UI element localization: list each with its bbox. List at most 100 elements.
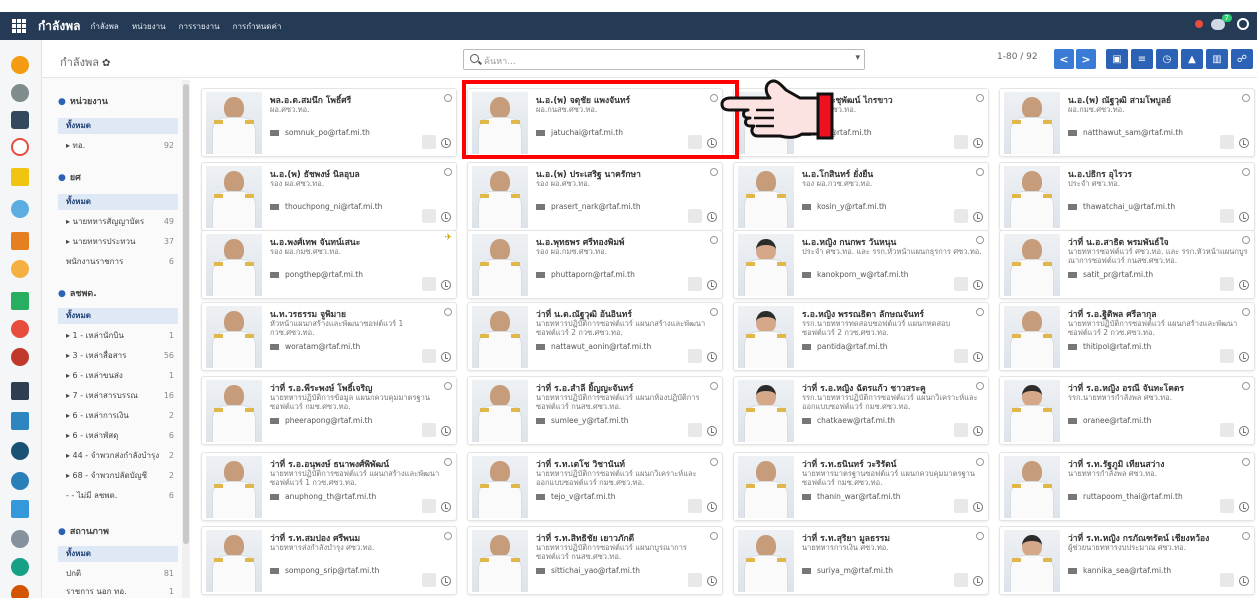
search-input[interactable]: ค้นหา... ▾ [463,49,865,70]
graph-view-icon[interactable]: ▲ [1181,49,1203,69]
manager-avatar[interactable] [1220,349,1234,363]
clock-icon[interactable] [441,138,451,148]
status-circle-icon[interactable] [976,236,984,244]
activity-view-icon[interactable]: ◷ [1156,49,1178,69]
manager-avatar[interactable] [688,423,702,437]
app-list-icon[interactable] [11,500,29,518]
org-chart-icon[interactable]: ☍ [1231,49,1253,69]
scrollbar-thumb[interactable] [183,84,189,544]
manager-avatar[interactable] [1220,209,1234,223]
app-globe-icon[interactable] [11,442,29,460]
manager-avatar[interactable] [954,135,968,149]
status-circle-icon[interactable] [976,532,984,540]
manager-avatar[interactable] [422,499,436,513]
app-chrome-icon[interactable] [11,84,29,102]
manager-avatar[interactable] [422,277,436,291]
menu-item-department[interactable]: หน่วยงาน [132,20,166,33]
clock-icon[interactable] [441,280,451,290]
clock-icon[interactable] [973,212,983,222]
manager-avatar[interactable] [954,423,968,437]
status-circle-icon[interactable] [1242,236,1250,244]
status-circle-icon[interactable] [976,168,984,176]
status-circle-icon[interactable] [1242,458,1250,466]
filter-item[interactable]: ราชการ นอก ทอ. 1 [58,584,178,598]
app-orange-icon[interactable] [11,56,29,74]
prev-page-button[interactable]: < [1054,49,1074,69]
employee-card[interactable]: น.อ.ปธิกร อุไรวร ประจำ ศซว.ทอ. thawatchai_… [999,162,1255,231]
gear-icon[interactable]: ✿ [102,58,110,69]
status-circle-icon[interactable] [1242,94,1250,102]
filter-item[interactable]: ▸ 6 - เหล่าพัสดุ 6 [58,428,178,444]
employee-card[interactable]: น.อ.(พ) ณัฐวุฒิ สามโพบูลย์ ผอ.กมซ.ศซว.ทอ.… [999,88,1255,157]
employee-card[interactable]: น.อ.(พ) ประเสริฐ นาครักษา รอง ผอ.ศซว.ทอ. p… [467,162,723,231]
employee-card[interactable]: น.อ.พงศ์เทพ จันทน์เสนะ รอง ผอ.กมซ.ศซว.ทอ.… [201,230,457,299]
status-circle-icon[interactable] [710,532,718,540]
employee-card[interactable]: พล.อ.ต.สมนึก โพธิ์ศรี ผอ.ศซว.ทอ. somnuk_po… [201,88,457,157]
clock-icon[interactable] [1239,426,1249,436]
clock-icon[interactable] [441,576,451,586]
manager-avatar[interactable] [688,573,702,587]
clock-icon[interactable] [441,502,451,512]
employee-card[interactable]: น.อ.(พ) ธัชพงษ์ นิลอุบล รอง ผอ.ศซว.ทอ. tho… [201,162,457,231]
filter-item[interactable]: ทั้งหมด [58,194,178,210]
clock-icon[interactable] [973,426,983,436]
chat-icon[interactable]: 7 [1211,13,1232,30]
filter-item[interactable]: พนักงานราชการ 6 [58,254,178,270]
employee-card[interactable]: ว่าที่ ร.ท.รัฐภูมิ เทียนสว่าง นายทหารกำลั… [999,452,1255,521]
status-circle-icon[interactable] [1242,532,1250,540]
filter-item[interactable]: ▸ 6 - เหล่าการเงิน 2 [58,408,178,424]
clock-icon[interactable] [441,212,451,222]
filter-item[interactable]: ▸ 1 - เหล่านักบิน 1 [58,328,178,344]
manager-avatar[interactable] [954,209,968,223]
employee-card[interactable]: ว่าที่ ร.อ.พีระพงษ์ โพธิ์เจริญ นายทหารปฏิ… [201,376,457,445]
status-circle-icon[interactable] [710,308,718,316]
manager-avatar[interactable] [1220,277,1234,291]
clock-icon[interactable] [707,212,717,222]
status-circle-icon[interactable] [444,458,452,466]
employee-card[interactable]: ว่าที่ ร.อ.หญิง อรณี จันทะโคตร รรก.นายทหา… [999,376,1255,445]
status-circle-icon[interactable] [444,382,452,390]
manager-avatar[interactable] [954,349,968,363]
clock-icon[interactable] [973,576,983,586]
clock-icon[interactable] [441,352,451,362]
employee-card[interactable]: ว่าที่ ร.ท.สุริยา มูลธรรม นายทหารการเงิน … [733,526,989,595]
employee-card[interactable]: ว่าที่ ร.ท.สิทธิชัย เยาวภักดี นายทหารปฏิบ… [467,526,723,595]
manager-avatar[interactable] [1220,499,1234,513]
filter-item[interactable]: ปกติ 81 [58,566,178,582]
status-circle-icon[interactable] [710,382,718,390]
filter-item[interactable]: ทั้งหมด [58,546,178,562]
status-circle-icon[interactable] [710,168,718,176]
manager-avatar[interactable] [688,499,702,513]
filter-item[interactable]: - - ไม่มี ลชพด. 6 [58,488,178,504]
status-circle-icon[interactable] [710,458,718,466]
status-circle-icon[interactable] [976,458,984,466]
manager-avatar[interactable] [1220,573,1234,587]
manager-avatar[interactable] [422,423,436,437]
employee-card[interactable]: ว่าที่ ร.อ.หญิง ฉัตรแก้ว ชาวสระคู รรก.นาย… [733,376,989,445]
app-users-icon[interactable] [11,530,29,548]
clock-icon[interactable] [973,280,983,290]
employee-card[interactable]: ว่าที่ ร.อ.สำลี ยิ้ญญะจันทร์ นายทหารปฏิบั… [467,376,723,445]
employee-card[interactable]: น.อ.พุทธพร ศรีทองพิมพ์ รอง ผอ.กมซ.ศซว.ทอ.… [467,230,723,299]
employee-card[interactable]: ว่าที่ ร.ท.หญิง กรภัณฑรัตน์ เชียงหว้อง ผู… [999,526,1255,595]
kanban-view-icon[interactable]: ▣ [1106,49,1128,69]
status-circle-icon[interactable] [1242,308,1250,316]
employee-card[interactable]: ว่าที่ น.ต.ณัฐวุฒิ อ้นอินทร์ นายทหารปฏิบั… [467,302,723,371]
employee-card[interactable]: น.อ.หญิง กนกพร วันหนุน ประจำ ศซว.ทอ. และ … [733,230,989,299]
clock-icon[interactable] [1239,576,1249,586]
manager-avatar[interactable] [954,277,968,291]
filter-item[interactable]: ทั้งหมด [58,118,178,134]
manager-avatar[interactable] [422,135,436,149]
clock-icon[interactable] [707,576,717,586]
menu-item-personnel[interactable]: กำลังพล [90,20,118,33]
employee-card[interactable]: ว่าที่ ร.ท.ธนินทร์ วะริรัตน์ นายทหารมาตรฐ… [733,452,989,521]
chevron-down-icon[interactable]: ▾ [855,53,860,63]
status-circle-icon[interactable] [1242,168,1250,176]
filter-item[interactable]: ▸ นายทหารประทวน 37 [58,234,178,250]
apps-grid-icon[interactable] [12,19,26,33]
clock-icon[interactable] [973,352,983,362]
menu-item-settings[interactable]: การกำหนดค่า [233,20,282,33]
employee-card[interactable]: ว่าที่ น.อ.สาธิต พรมพันธ์ใจ นายทหารซอฟต์แ… [999,230,1255,299]
filter-item[interactable]: ▸ 68 - จำพวกปลัดบัญชี 2 [58,468,178,484]
menu-item-reports[interactable]: การรายงาน [179,20,220,33]
